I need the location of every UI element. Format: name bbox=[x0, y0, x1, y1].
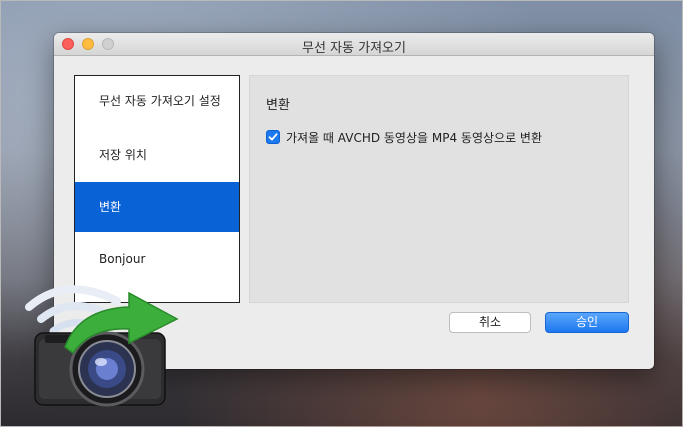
convert-avchd-label: 가져올 때 AVCHD 동영상을 MP4 동영상으로 변환 bbox=[286, 130, 543, 145]
panel-title: 변환 bbox=[266, 98, 290, 113]
sidebar-item-bonjour[interactable]: Bonjour bbox=[75, 234, 239, 284]
sidebar-item-wireless-import-settings[interactable]: 무선 자동 가져오기 설정 bbox=[75, 76, 239, 126]
sidebar-item-save-location[interactable]: 저장 위치 bbox=[75, 130, 239, 180]
titlebar: 무선 자동 가져오기 bbox=[54, 33, 654, 56]
wireless-camera-import-icon bbox=[25, 285, 179, 407]
ok-button[interactable]: 승인 bbox=[545, 312, 629, 333]
checkmark-icon bbox=[268, 133, 278, 141]
convert-avchd-checkbox[interactable] bbox=[266, 130, 280, 144]
conversion-panel: 변환 가져올 때 AVCHD 동영상을 MP4 동영상으로 변환 bbox=[249, 75, 629, 303]
convert-avchd-option[interactable]: 가져올 때 AVCHD 동영상을 MP4 동영상으로 변환 bbox=[266, 129, 542, 145]
cancel-button[interactable]: 취소 bbox=[449, 312, 531, 333]
settings-sidebar: 무선 자동 가져오기 설정 저장 위치 변환 Bonjour bbox=[74, 75, 240, 303]
window-title: 무선 자동 가져오기 bbox=[302, 41, 406, 56]
sidebar-item-conversion[interactable]: 변환 bbox=[75, 182, 239, 232]
